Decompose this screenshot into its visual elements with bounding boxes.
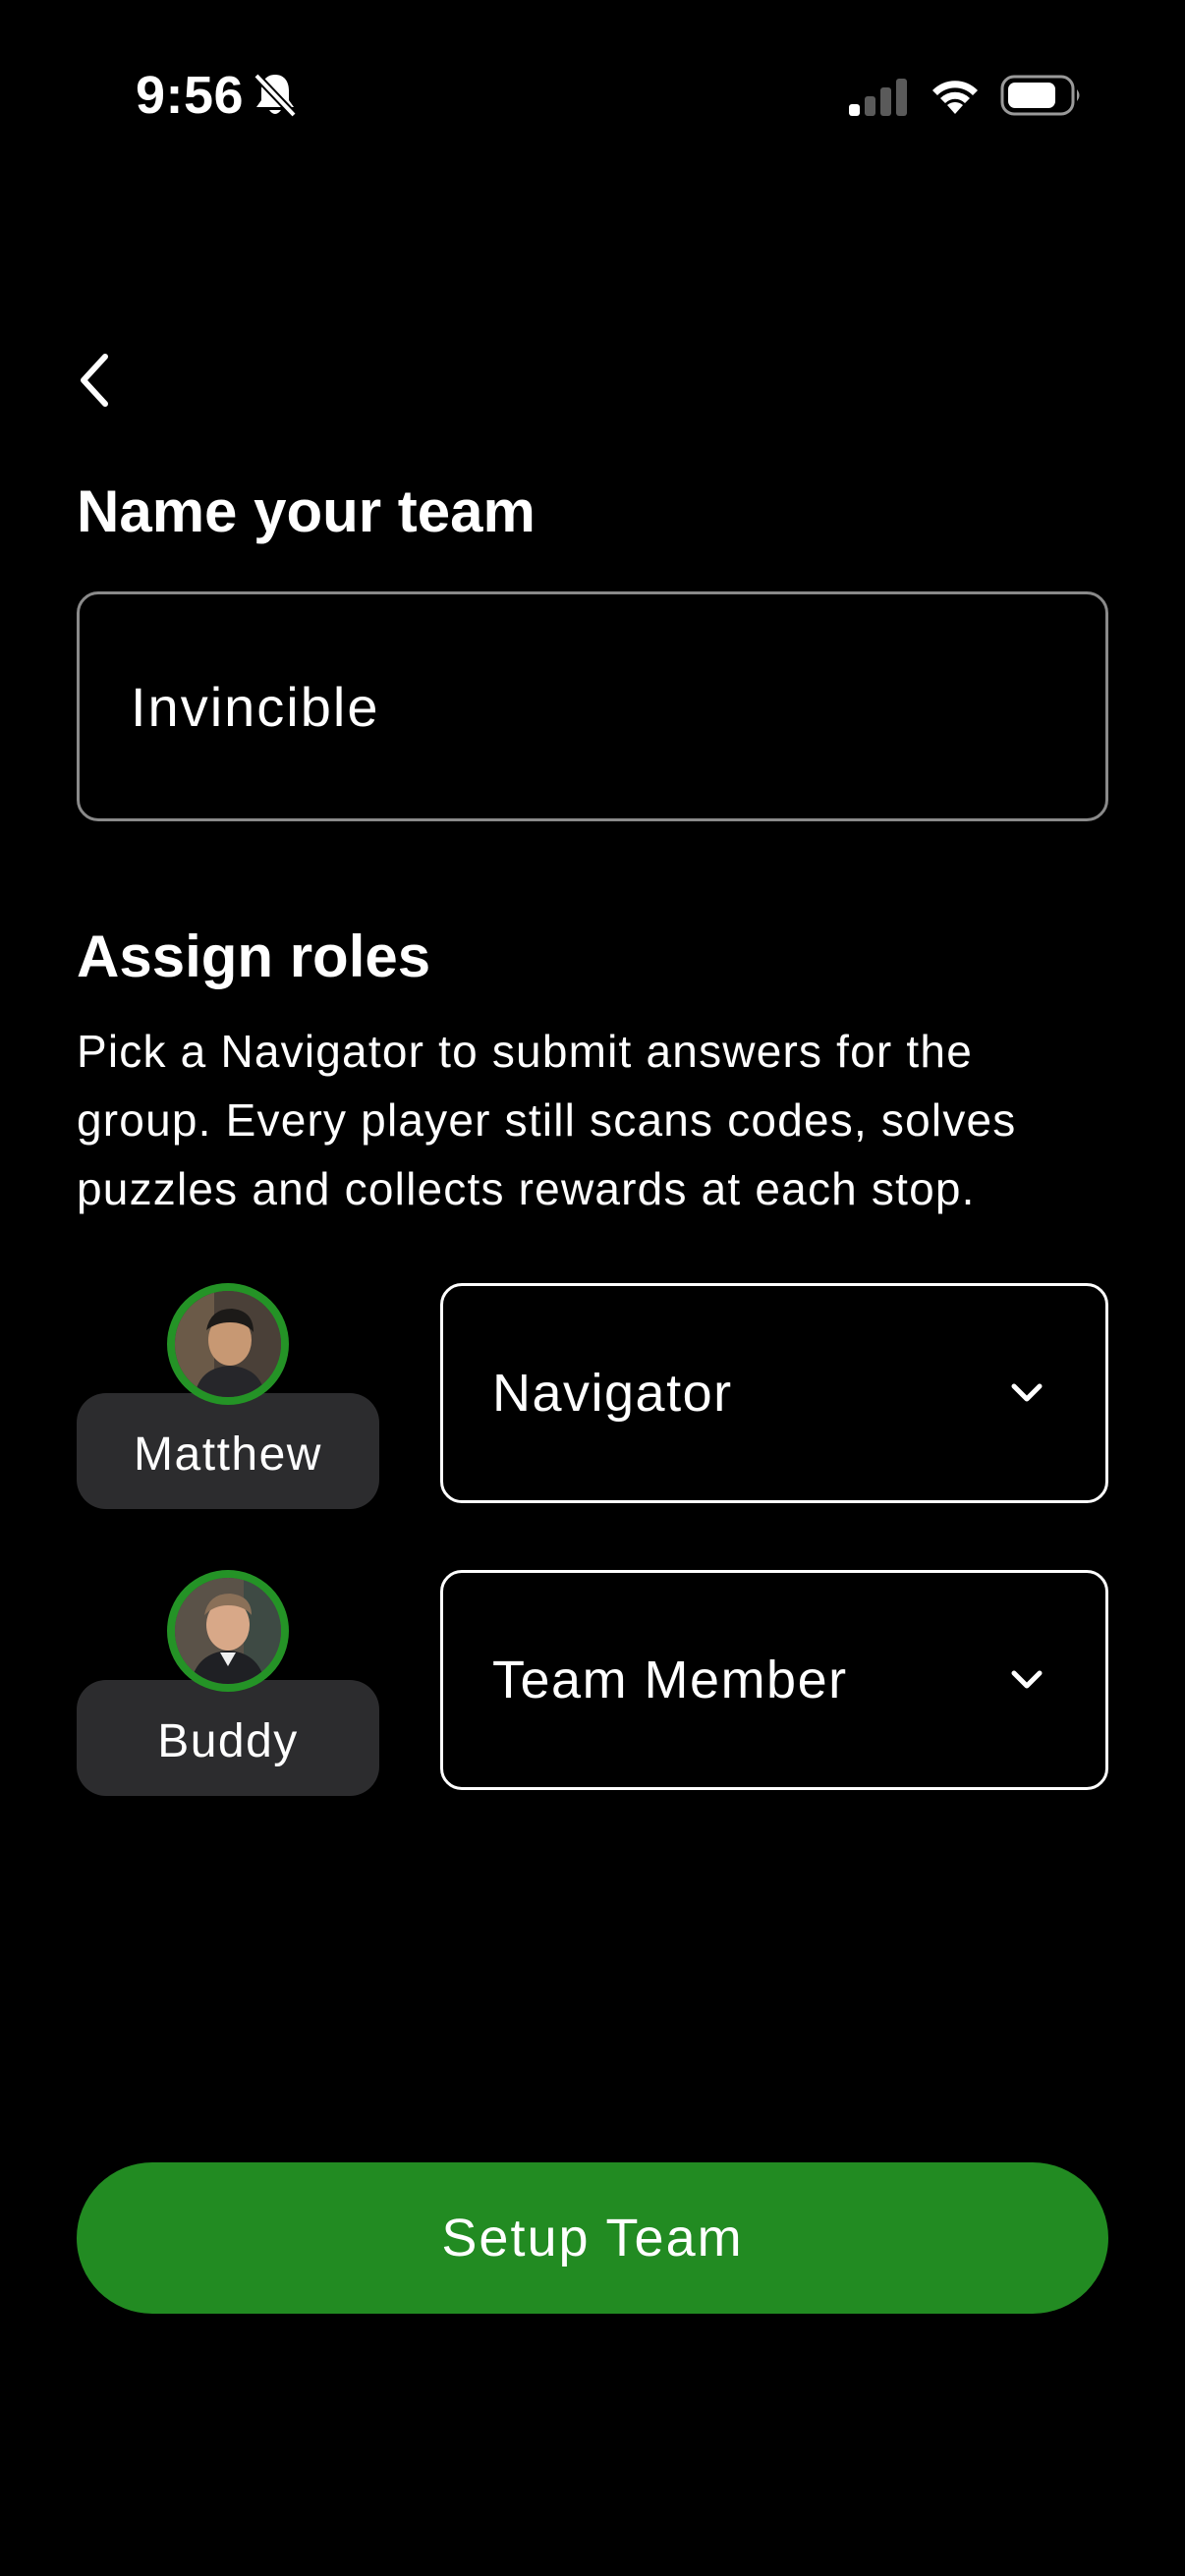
chevron-down-icon xyxy=(1011,1383,1043,1402)
player-name: Matthew xyxy=(134,1428,322,1481)
player-name-chip: Buddy xyxy=(77,1680,379,1796)
roles-description: Pick a Navigator to submit answers for t… xyxy=(77,1026,1017,1214)
chevron-down-icon xyxy=(1011,1670,1043,1689)
player-row: Buddy Team Member xyxy=(0,1570,1185,1796)
player-row: Matthew Navigator xyxy=(0,1283,1185,1509)
wifi-icon xyxy=(932,81,978,114)
bell-slash-icon xyxy=(254,73,297,118)
role-select-value: Navigator xyxy=(492,1364,733,1423)
team-name-input[interactable] xyxy=(77,591,1108,821)
status-time: 9:56 xyxy=(136,66,245,125)
chevron-left-icon xyxy=(81,354,108,407)
role-select[interactable]: Team Member xyxy=(440,1570,1108,1790)
avatar xyxy=(167,1283,289,1405)
battery-icon xyxy=(1000,75,1080,116)
setup-team-label: Setup Team xyxy=(441,2209,744,2268)
avatar xyxy=(167,1570,289,1692)
setup-team-button[interactable]: Setup Team xyxy=(77,2162,1108,2314)
assign-roles-heading: Assign roles xyxy=(77,924,431,989)
signal-icon xyxy=(849,79,907,116)
avatar-photo xyxy=(175,1578,281,1684)
role-select[interactable]: Navigator xyxy=(440,1283,1108,1503)
avatar-photo xyxy=(175,1291,281,1397)
player-name-chip: Matthew xyxy=(77,1393,379,1509)
player-name: Buddy xyxy=(157,1715,299,1767)
back-button[interactable] xyxy=(65,346,124,415)
role-select-value: Team Member xyxy=(492,1651,848,1709)
team-name-heading: Name your team xyxy=(77,478,536,544)
